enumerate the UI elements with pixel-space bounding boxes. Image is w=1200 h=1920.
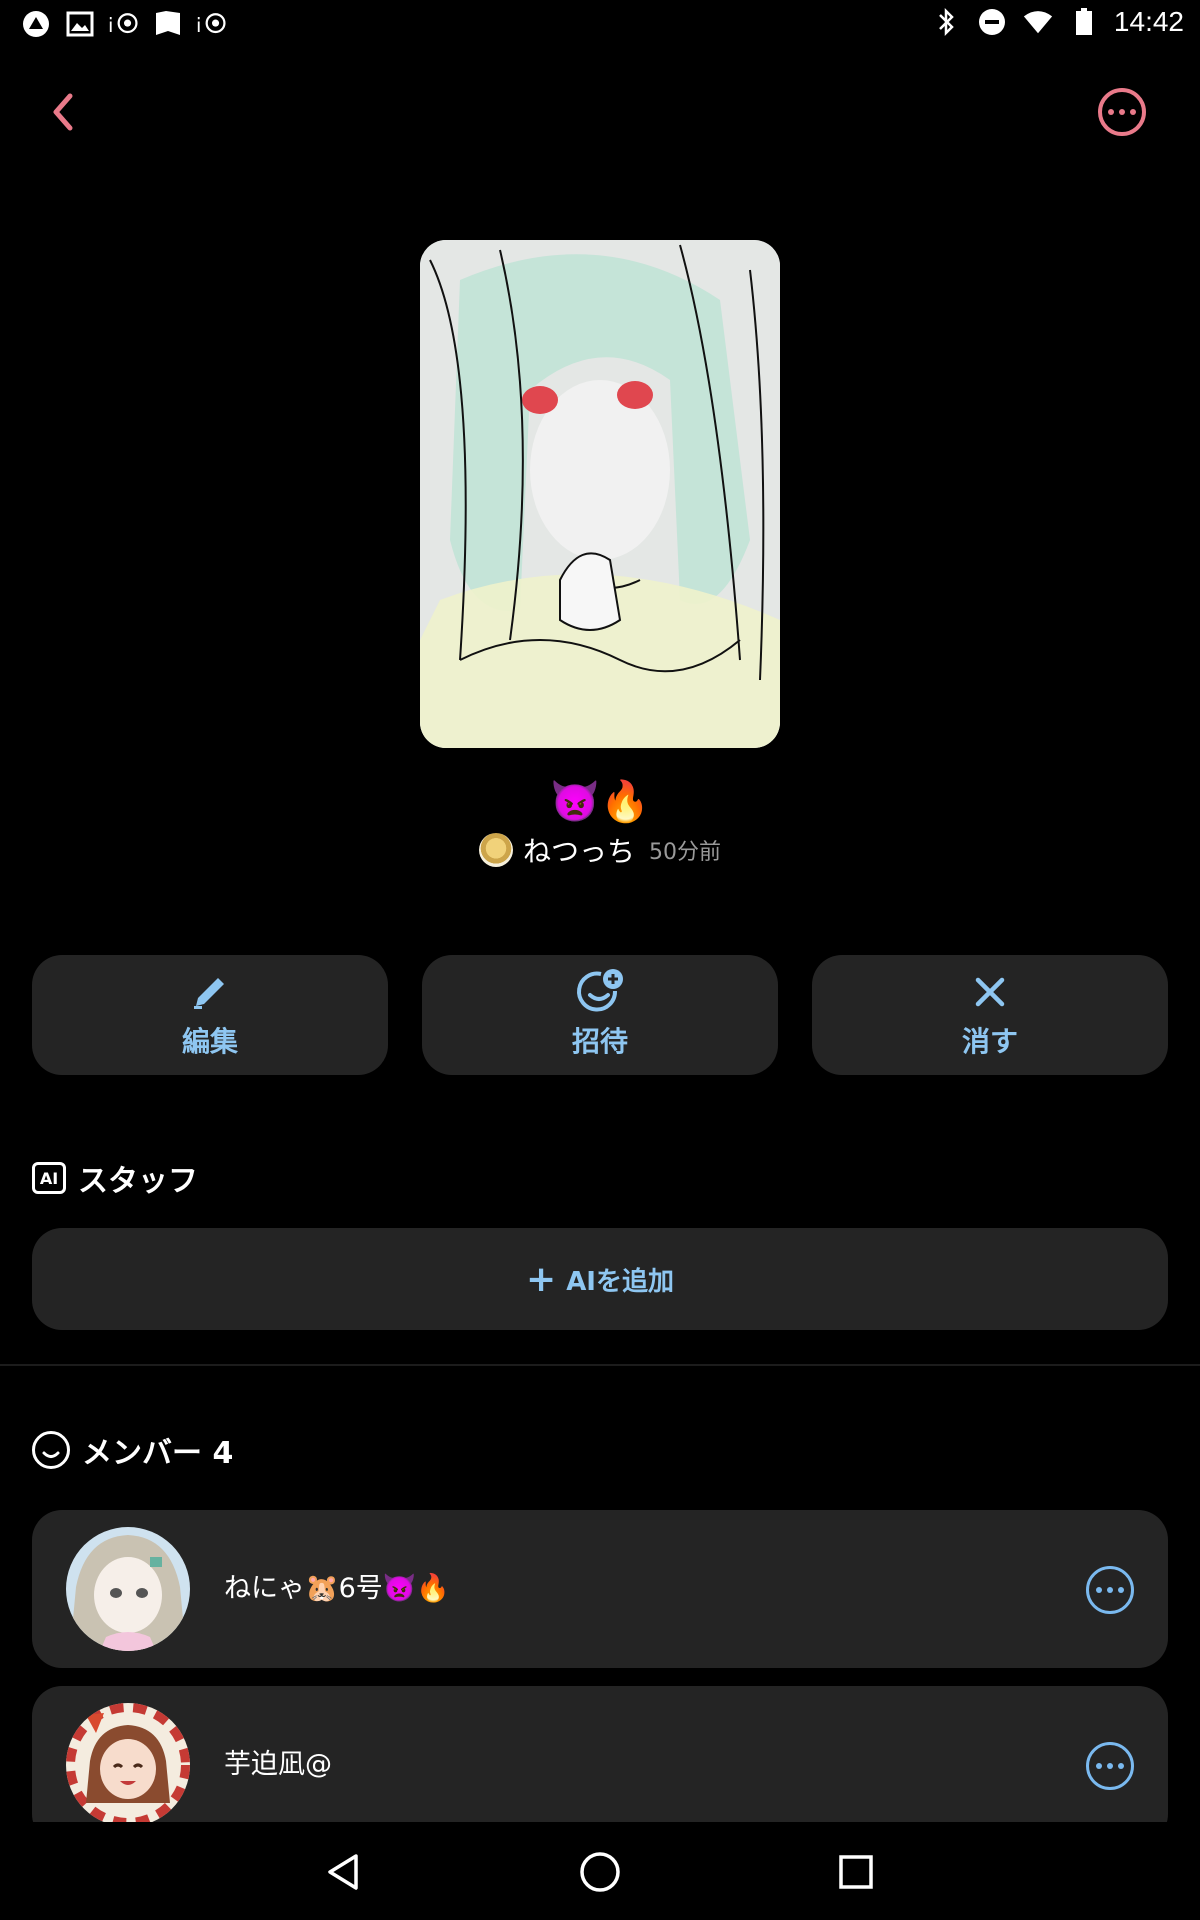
image-icon (64, 8, 96, 40)
more-circle-icon (1096, 1763, 1124, 1769)
add-ai-label: AIを追加 (566, 1266, 674, 1297)
close-icon (973, 970, 1007, 1014)
delete-button[interactable]: 消す (812, 955, 1168, 1075)
bluetooth-icon (930, 6, 962, 38)
author-avatar[interactable] (478, 833, 513, 867)
svg-text:i: i (196, 14, 201, 37)
recents-nav-icon[interactable] (826, 1842, 886, 1902)
svg-text:i: i (108, 14, 113, 37)
add-ai-button[interactable]: + AIを追加 (32, 1228, 1168, 1330)
author-row[interactable]: ねつっち 50分前 (0, 830, 1200, 870)
more-options-button[interactable] (1098, 88, 1146, 136)
member-more-button[interactable] (1086, 1566, 1134, 1614)
member-row[interactable]: ねにゃ🐹6号👿🔥 (32, 1510, 1168, 1668)
chevron-left-icon (53, 93, 73, 131)
invite-button[interactable]: 招待 (422, 955, 778, 1075)
section-divider (0, 1364, 1200, 1366)
member-name[interactable]: 芋迫凪@ (224, 1742, 332, 1781)
staff-title: スタッフ (78, 1164, 198, 1199)
home-nav-icon[interactable] (570, 1842, 630, 1902)
post-artwork[interactable] (420, 240, 780, 748)
member-row[interactable]: 芋迫凪@ (32, 1686, 1168, 1844)
delete-label: 消す (961, 1025, 1018, 1058)
ip-icon: i (108, 8, 140, 40)
invite-label: 招待 (571, 1025, 628, 1058)
wifi-icon (1022, 6, 1054, 38)
invite-icon (575, 969, 625, 1014)
member-avatar[interactable] (66, 1527, 190, 1651)
members-section-header: メンバー 4 (32, 1428, 233, 1472)
book-icon (152, 8, 184, 40)
members-title: メンバー 4 (82, 1436, 234, 1471)
status-time: 14:42 (1113, 6, 1184, 37)
edit-button[interactable]: 編集 (32, 955, 388, 1075)
member-name[interactable]: ねにゃ🐹6号👿🔥 (224, 1566, 450, 1605)
member-more-button[interactable] (1086, 1742, 1134, 1790)
pencil-icon (190, 970, 230, 1014)
more-circle-icon (1108, 109, 1136, 115)
battery-icon (1068, 6, 1100, 38)
ai-icon: AI (32, 1162, 66, 1194)
back-nav-icon[interactable] (314, 1842, 374, 1902)
system-nav-bar (0, 1822, 1200, 1920)
app-icon (20, 8, 52, 40)
smile-icon (32, 1431, 70, 1469)
post-time: 50分前 (649, 840, 721, 865)
dnd-icon (976, 6, 1008, 38)
status-right: 14:42 (930, 6, 1184, 38)
plus-icon: + (526, 1258, 557, 1300)
status-bar: i i 14:42 (0, 0, 1200, 50)
author-name[interactable]: ねつっち (523, 830, 635, 870)
ip-icon: i (196, 8, 228, 40)
edit-label: 編集 (181, 1025, 238, 1058)
staff-section-header: AI スタッフ (32, 1156, 198, 1200)
screen: i i 14:42 👿🔥 ねつっち 50分前 編集 招待 消す AI スタッフ … (0, 0, 1200, 1920)
back-button[interactable] (38, 84, 88, 140)
member-avatar[interactable] (66, 1703, 190, 1827)
more-circle-icon (1096, 1587, 1124, 1593)
status-left-icons: i i (20, 8, 228, 40)
post-title: 👿🔥 (550, 779, 650, 825)
